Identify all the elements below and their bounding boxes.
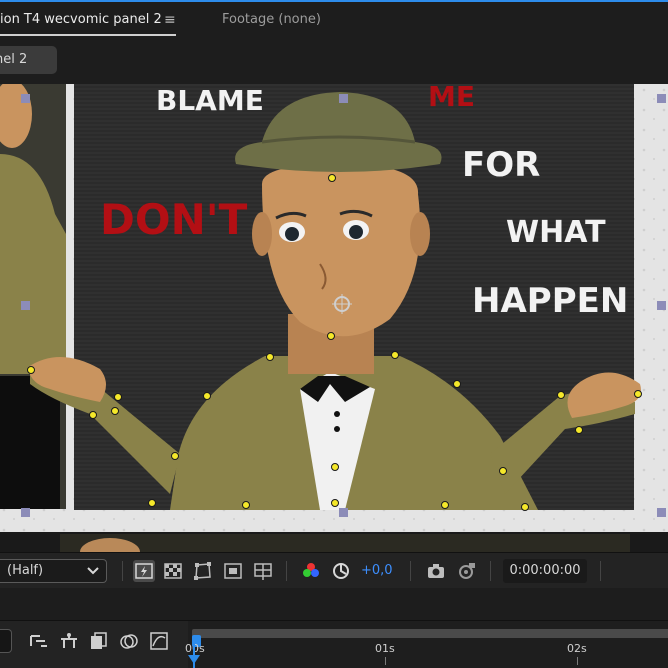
ruler-label-1: 01s <box>375 642 395 655</box>
graph-editor-icon[interactable] <box>148 630 170 652</box>
comp-marker-icon[interactable] <box>28 630 50 652</box>
mask-path-icon[interactable] <box>192 560 214 582</box>
composition-viewer[interactable]: BLAME ME DON'T FOR WHAT HAPPEN <box>0 84 668 552</box>
ruler-tick <box>385 657 386 665</box>
toolbar-separator <box>122 561 123 581</box>
toolbar-separator <box>600 561 601 581</box>
grid-guides-icon[interactable] <box>252 560 274 582</box>
reset-exposure-icon[interactable] <box>330 560 352 582</box>
ruler-label-2: 02s <box>567 642 587 655</box>
work-area-bar[interactable] <box>192 629 668 647</box>
comp-navigator-tab[interactable]: nel 2 <box>0 46 57 74</box>
resolution-dropdown[interactable]: (Half) <box>0 559 107 583</box>
word-blame: BLAME <box>156 84 264 117</box>
toolbar-separator <box>410 561 411 581</box>
panel-tab-bar: ion T4 wecvomic panel 2 ≡ Footage (none) <box>0 0 668 38</box>
panel-menu-icon[interactable]: ≡ <box>164 2 176 38</box>
toolbar-separator <box>490 561 491 581</box>
fast-preview-icon[interactable] <box>133 560 155 582</box>
motion-blur-icon[interactable] <box>118 630 140 652</box>
exposure-value[interactable]: +0,0 <box>361 559 393 583</box>
toolbar-separator <box>286 561 287 581</box>
color-channel-icon[interactable] <box>300 560 322 582</box>
word-happen: HAPPEN <box>472 281 628 321</box>
tab-composition-label: ion T4 wecvomic panel 2 <box>0 12 162 27</box>
tab-composition[interactable]: ion T4 wecvomic panel 2 ≡ <box>0 2 178 38</box>
region-of-interest-icon[interactable] <box>222 560 244 582</box>
chevron-down-icon <box>86 560 100 590</box>
frame-blending-icon[interactable] <box>88 630 110 652</box>
composition-navigator-bar: nel 2 <box>0 38 668 84</box>
after-effects-composition-panel: ion T4 wecvomic panel 2 ≡ Footage (none)… <box>0 0 668 668</box>
panel-divider <box>0 588 668 620</box>
snapshot-icon[interactable] <box>425 560 447 582</box>
timeline-panel: 00s 01s 02s <box>0 620 668 668</box>
word-what: WHAT <box>506 215 606 250</box>
comp-navigator-tab-label: nel 2 <box>0 52 28 67</box>
word-me: ME <box>428 84 475 113</box>
draft-3d-icon[interactable] <box>58 630 80 652</box>
tab-footage[interactable]: Footage (none) <box>222 2 321 38</box>
layer-search-field[interactable] <box>0 629 12 653</box>
active-tab-underline <box>0 34 176 36</box>
ruler-tick <box>577 657 578 665</box>
show-snapshot-icon[interactable] <box>455 560 477 582</box>
word-for: FOR <box>462 145 540 185</box>
current-time-display[interactable]: 0:00:00:00 <box>503 559 587 583</box>
transparency-grid-icon[interactable] <box>162 560 184 582</box>
time-ruler[interactable]: 00s 01s 02s <box>185 621 668 668</box>
viewer-toolbar: (Half) +0,0 0:00:00:00 <box>0 552 668 588</box>
comic-panel-artwork: BLAME ME DON'T FOR WHAT HAPPEN <box>0 84 668 552</box>
resolution-value: (Half) <box>7 563 44 578</box>
word-dont: DON'T <box>100 195 248 244</box>
playhead-handle[interactable] <box>188 655 200 664</box>
